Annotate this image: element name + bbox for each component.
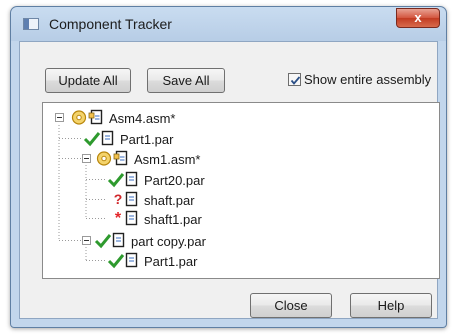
clock-icon [71,109,89,126]
dialog-client-area: Update All Save All Show entire assembly [19,41,440,319]
component-tree[interactable]: Asm4.asm* Part1.par Asm1.asm* Part20.par… [42,102,440,279]
document-icon [88,109,106,126]
document-icon [99,130,117,147]
document-icon [123,252,141,269]
tree-node-asm1[interactable]: Asm1.asm* [82,150,242,167]
tree-node-label: Part1.par [144,254,198,269]
tree-node-part-copy[interactable]: part copy.par [82,232,252,249]
tree-node-part20[interactable]: Part20.par [107,171,257,188]
show-entire-assembly-checkbox[interactable] [288,73,301,86]
document-icon [123,191,141,208]
window-close-button[interactable]: x [396,8,440,28]
title-bar[interactable]: Component Tracker x [11,7,446,41]
tree-node-shaft[interactable]: ? shaft.par [107,191,257,208]
tree-node-part1[interactable]: Part1.par [83,130,223,147]
document-icon [110,232,128,249]
tree-node-copy-part1[interactable]: Part1.par [107,252,257,269]
show-entire-assembly-option[interactable]: Show entire assembly [288,72,431,87]
tree-node-shaft1[interactable]: * shaft1.par [107,210,257,227]
show-entire-assembly-label: Show entire assembly [304,72,432,87]
save-all-button[interactable]: Save All [147,68,225,93]
window-title: Component Tracker [49,16,172,32]
collapse-toggle[interactable] [82,236,91,245]
collapse-toggle[interactable] [82,154,91,163]
tree-node-label: shaft.par [144,193,195,208]
tree-node-label: Asm4.asm* [109,111,176,126]
document-icon [123,210,141,227]
collapse-toggle[interactable] [55,113,64,122]
tree-node-label: part copy.par [131,234,206,249]
close-button[interactable]: Close [250,293,332,318]
tree-node-label: Part1.par [120,132,174,147]
component-tracker-window: Component Tracker x Update All Save All … [10,6,447,328]
clock-icon [96,150,114,167]
tree-node-label: Part20.par [144,173,205,188]
tree-node-label: shaft1.par [144,212,202,227]
app-icon [23,18,39,30]
update-all-button[interactable]: Update All [45,68,131,93]
tree-node-asm4[interactable]: Asm4.asm* [55,109,195,126]
help-button[interactable]: Help [350,293,432,318]
tree-node-label: Asm1.asm* [134,152,201,167]
document-icon [113,150,131,167]
document-icon [123,171,141,188]
